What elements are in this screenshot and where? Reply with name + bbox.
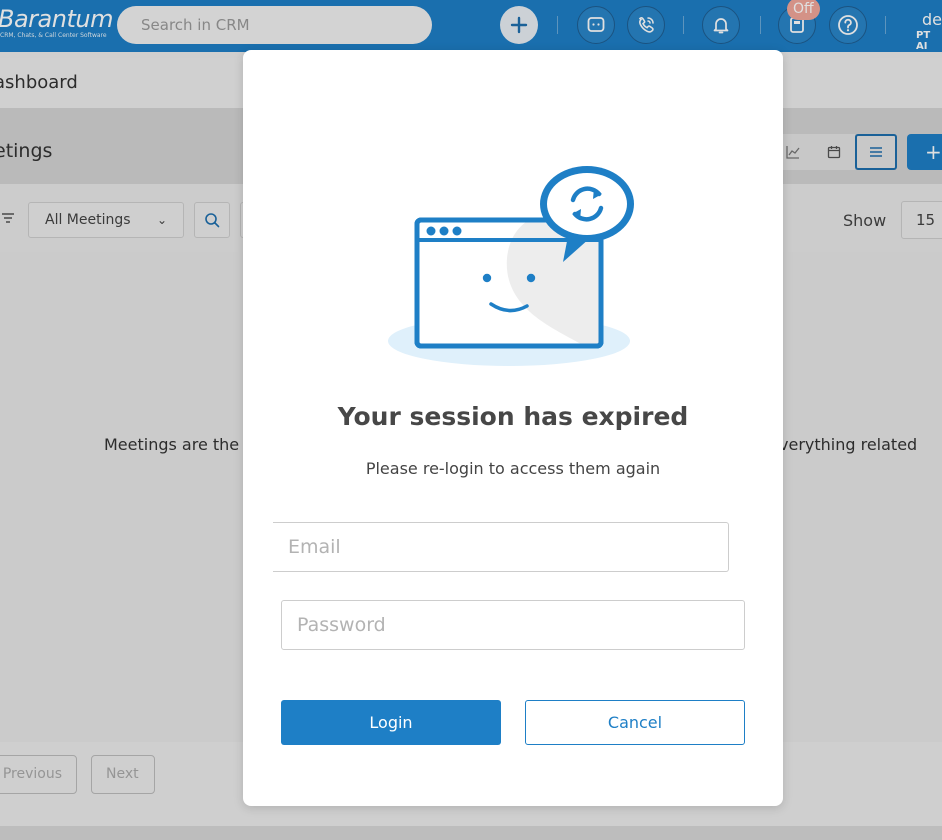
email-field[interactable] — [273, 522, 729, 572]
cancel-button[interactable]: Cancel — [525, 700, 745, 745]
modal-title: Your session has expired — [337, 402, 689, 431]
session-expired-modal: Your session has expired Please re-login… — [243, 50, 783, 806]
session-expired-illustration — [388, 166, 634, 366]
modal-subtitle: Please re-login to access them again — [365, 459, 661, 478]
password-field[interactable] — [281, 600, 745, 650]
login-button[interactable]: Login — [281, 700, 501, 745]
